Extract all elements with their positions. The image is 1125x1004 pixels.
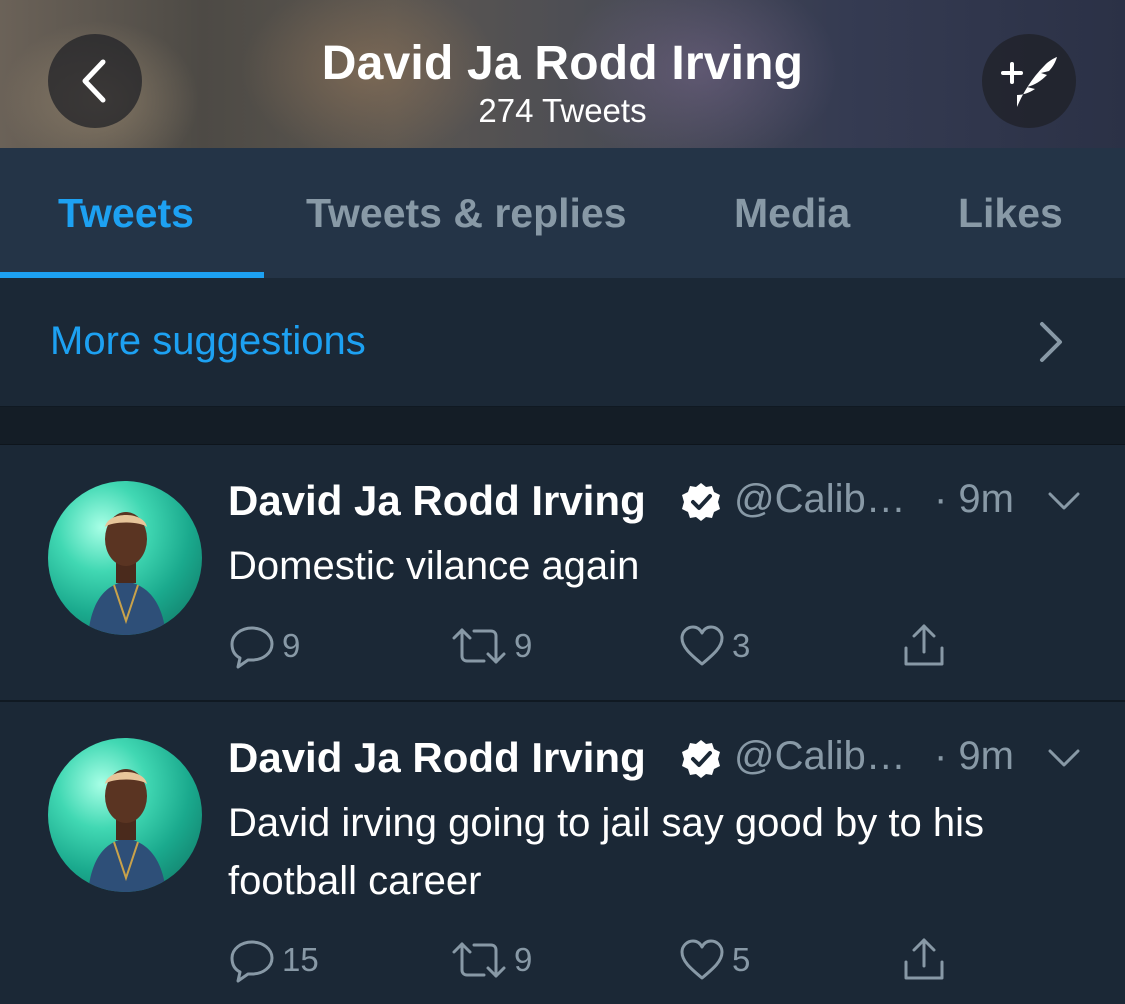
tweet-text: David irving going to jail say good by t…	[228, 801, 984, 903]
tweet[interactable]: David Ja Rodd Irving @Calib… · 9m Domest…	[0, 445, 1125, 702]
section-divider	[0, 407, 1125, 445]
tweet-actions: 9 9 3	[228, 621, 988, 671]
avatar[interactable]	[48, 738, 202, 892]
share-button[interactable]	[900, 621, 948, 671]
share-icon	[904, 624, 944, 666]
tab-likes[interactable]: Likes	[958, 190, 1063, 237]
reply-button[interactable]: 15	[228, 935, 319, 985]
tab-media[interactable]: Media	[734, 190, 850, 237]
compose-tweet-icon	[1001, 57, 1057, 107]
tweet-author-handle[interactable]: @Calib…	[734, 477, 906, 522]
reply-count: 15	[282, 941, 319, 978]
tweet-author-name[interactable]: David Ja Rodd Irving	[228, 734, 646, 782]
share-button[interactable]	[900, 935, 948, 985]
heart-icon	[680, 939, 724, 980]
reply-icon	[230, 626, 274, 669]
tweet-author-name[interactable]: David Ja Rodd Irving	[228, 477, 646, 525]
chevron-down-icon[interactable]	[1046, 489, 1082, 513]
tab-tweets[interactable]: Tweets	[58, 190, 194, 237]
chevron-right-icon	[1040, 322, 1062, 362]
retweet-icon	[452, 942, 506, 978]
like-count: 3	[732, 627, 751, 664]
tweet-timestamp: · 9m	[934, 477, 1014, 521]
like-count: 5	[732, 941, 751, 978]
retweet-icon	[452, 628, 506, 664]
heart-icon	[680, 625, 724, 666]
profile-tabs: Tweets Tweets & replies Media Likes	[0, 148, 1125, 278]
tweet-author-handle[interactable]: @Calib…	[734, 734, 906, 779]
reply-icon	[230, 940, 274, 983]
share-icon	[904, 938, 944, 980]
reply-count: 9	[282, 627, 301, 664]
chevron-down-icon[interactable]	[1046, 746, 1082, 770]
tweet-text: Domestic vilance again	[228, 544, 640, 588]
reply-button[interactable]: 9	[228, 621, 300, 671]
like-button[interactable]: 3	[678, 621, 750, 671]
more-suggestions-label: More suggestions	[50, 319, 366, 363]
retweet-count: 9	[514, 941, 533, 978]
compose-button[interactable]	[982, 34, 1076, 128]
profile-name: David Ja Rodd Irving	[321, 37, 804, 90]
tab-tweets-replies[interactable]: Tweets & replies	[306, 190, 627, 237]
retweet-button[interactable]: 9	[450, 935, 532, 985]
tweet-timestamp: · 9m	[934, 734, 1014, 778]
retweet-button[interactable]: 9	[450, 621, 532, 671]
tweet-actions: 15 9 5	[228, 935, 988, 985]
verified-badge-icon	[682, 483, 720, 521]
more-suggestions-row[interactable]: More suggestions	[0, 278, 1125, 407]
profile-header: David Ja Rodd Irving 274 Tweets	[0, 0, 1125, 148]
tweet-count: 274 Tweets	[478, 92, 647, 129]
like-button[interactable]: 5	[678, 935, 750, 985]
retweet-count: 9	[514, 627, 533, 664]
verified-badge-icon	[682, 740, 720, 778]
tweet[interactable]: David Ja Rodd Irving @Calib… · 9m David …	[0, 702, 1125, 1004]
avatar[interactable]	[48, 481, 202, 635]
